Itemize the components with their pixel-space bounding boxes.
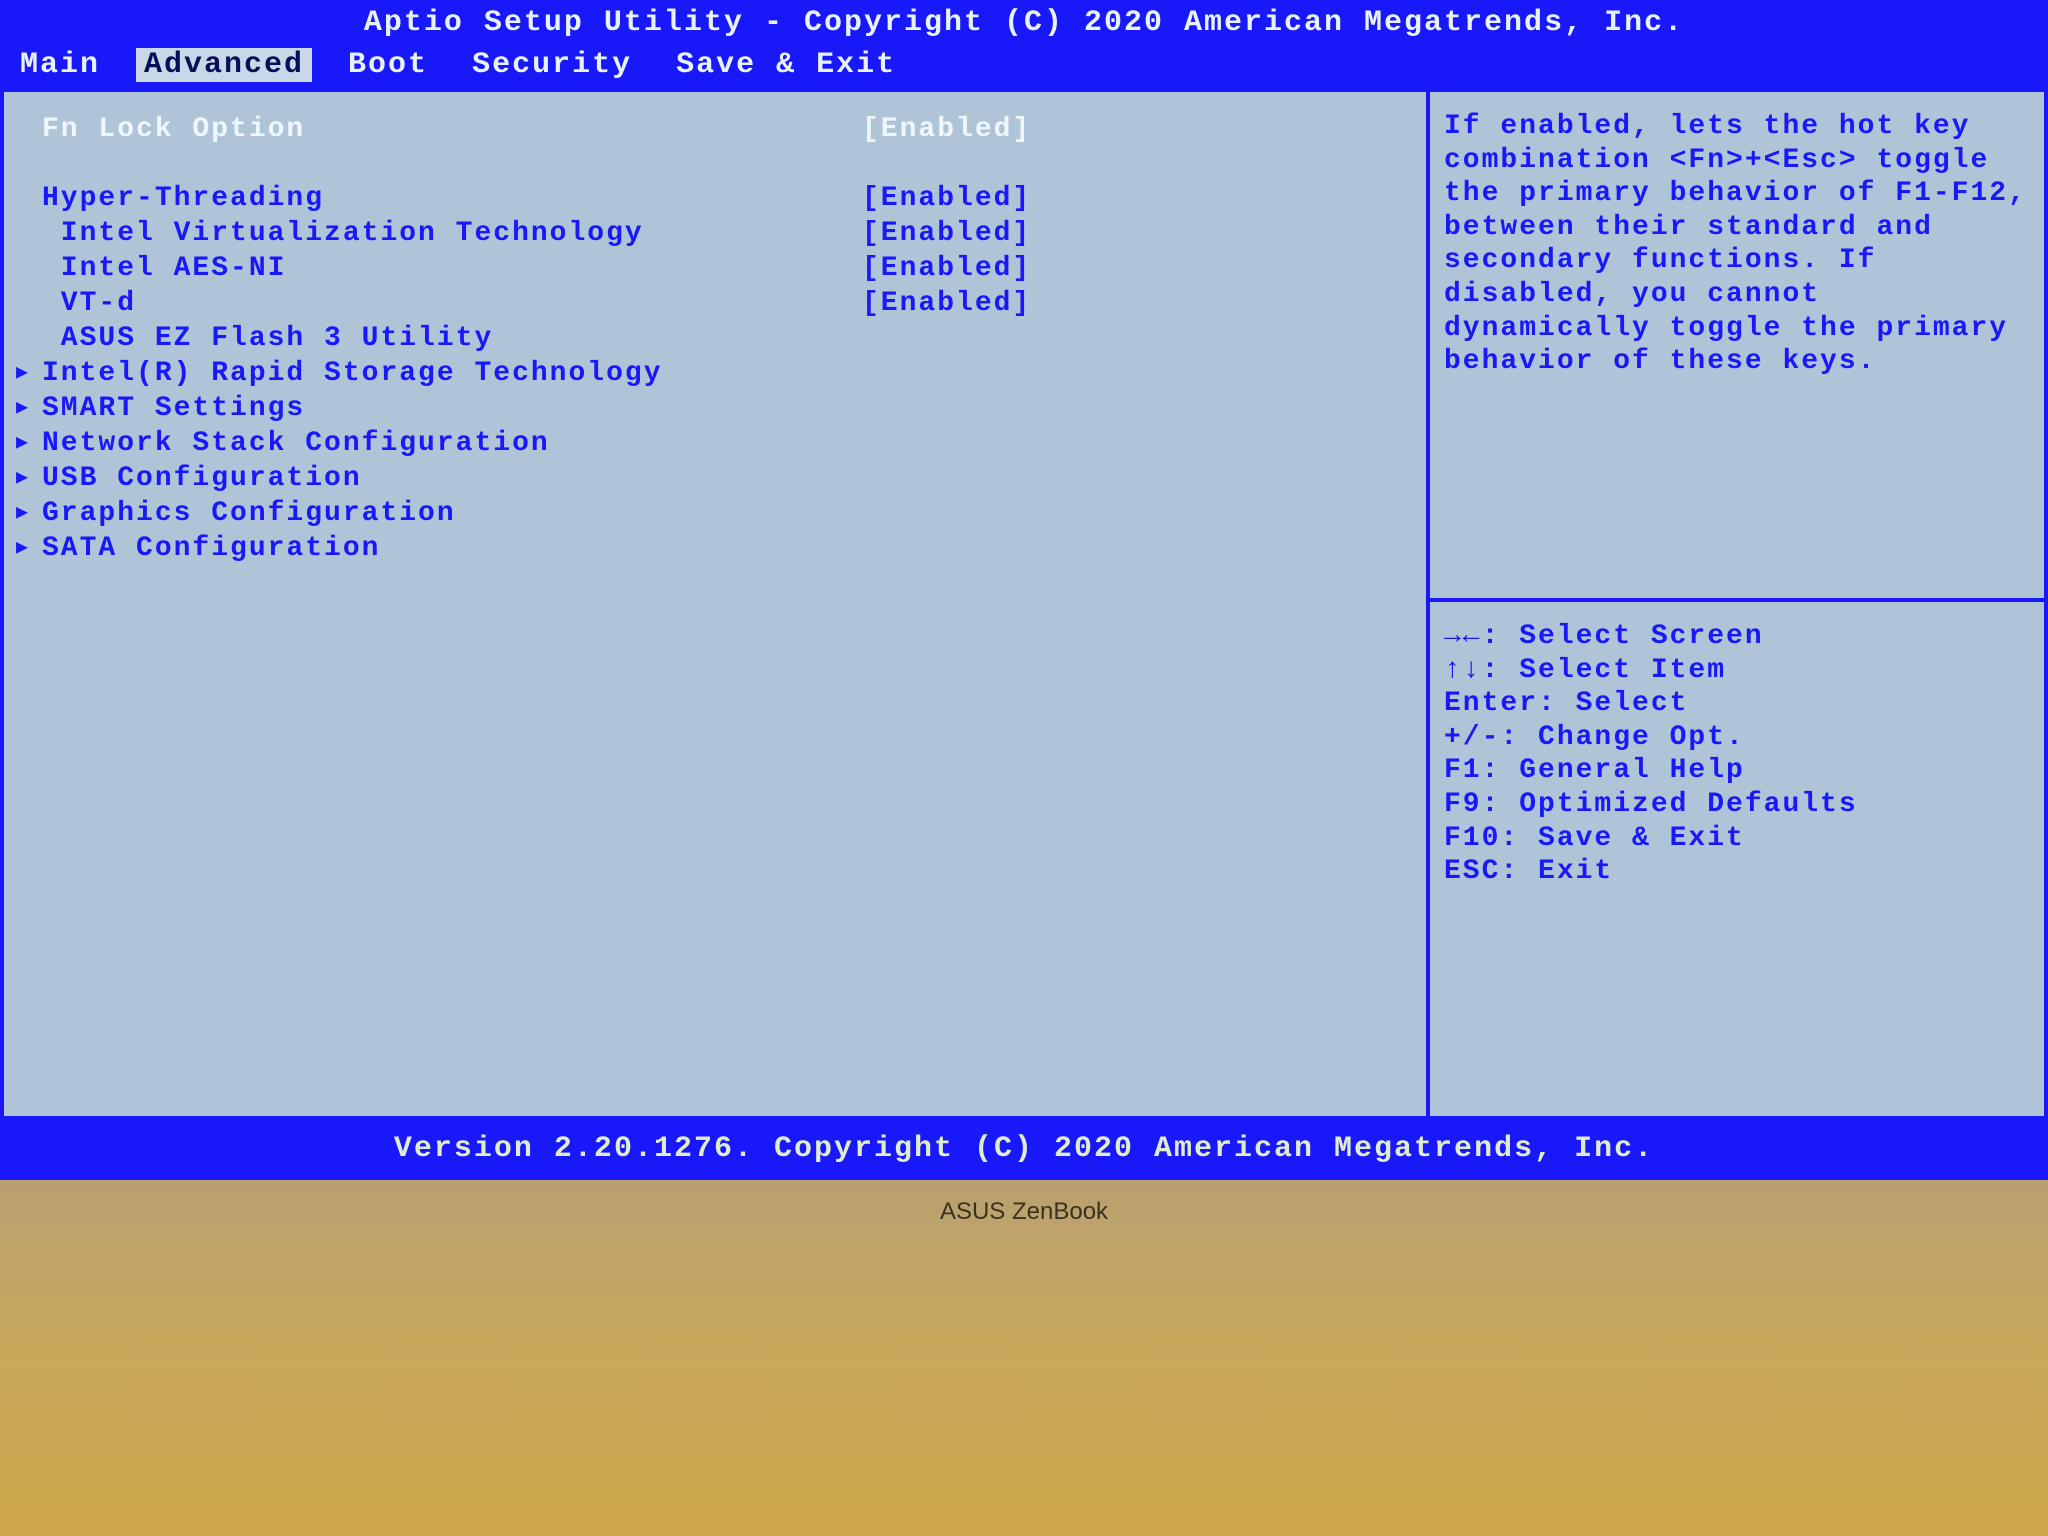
setting-row[interactable]: SMART Settings bbox=[10, 391, 1416, 426]
menu-tab-security[interactable]: Security bbox=[464, 48, 640, 82]
setting-label: ASUS EZ Flash 3 Utility bbox=[42, 321, 862, 356]
key-help-line: Enter: Select bbox=[1444, 687, 2030, 721]
key-help-line: F1: General Help bbox=[1444, 754, 2030, 788]
setting-row[interactable]: ASUS EZ Flash 3 Utility bbox=[10, 321, 1416, 356]
setting-row[interactable]: Intel Virtualization Technology[Enabled] bbox=[10, 216, 1416, 251]
key-help-line: +/-: Change Opt. bbox=[1444, 721, 2030, 755]
submenu-arrow-icon bbox=[16, 496, 42, 531]
setting-label: Hyper-Threading bbox=[42, 181, 862, 216]
setting-row[interactable]: Hyper-Threading[Enabled] bbox=[10, 181, 1416, 216]
setting-label: USB Configuration bbox=[42, 461, 862, 496]
setting-label: VT-d bbox=[42, 286, 862, 321]
row-indent bbox=[16, 216, 42, 251]
setting-label: Intel(R) Rapid Storage Technology bbox=[42, 356, 862, 391]
key-help-line: F10: Save & Exit bbox=[1444, 822, 2030, 856]
row-indent bbox=[16, 321, 42, 356]
setting-label: Fn Lock Option bbox=[42, 112, 862, 147]
footer-text: Version 2.20.1276. Copyright (C) 2020 Am… bbox=[394, 1132, 1654, 1166]
title-bar: Aptio Setup Utility - Copyright (C) 2020… bbox=[0, 0, 2048, 46]
footer-bar: Version 2.20.1276. Copyright (C) 2020 Am… bbox=[0, 1124, 2048, 1180]
side-panel: If enabled, lets the hot key combination… bbox=[1428, 92, 2048, 1120]
setting-label: Network Stack Configuration bbox=[42, 426, 862, 461]
setting-label: Intel Virtualization Technology bbox=[42, 216, 862, 251]
body-area: Fn Lock Option[Enabled]Hyper-Threading[E… bbox=[0, 88, 2048, 1124]
laptop-brand-label: ASUS ZenBook bbox=[0, 1180, 2048, 1226]
key-help-line: ↑↓: Select Item bbox=[1444, 654, 2030, 688]
setting-row[interactable]: Graphics Configuration bbox=[10, 496, 1416, 531]
setting-row[interactable]: Network Stack Configuration bbox=[10, 426, 1416, 461]
setting-row[interactable]: USB Configuration bbox=[10, 461, 1416, 496]
row-spacer bbox=[10, 147, 1416, 181]
setting-value: [Enabled] bbox=[862, 216, 1031, 251]
key-help-line: →←: Select Screen bbox=[1444, 620, 2030, 654]
menu-bar: Main Advanced Boot Security Save & Exit bbox=[0, 46, 2048, 88]
row-indent bbox=[16, 286, 42, 321]
bios-screen: Aptio Setup Utility - Copyright (C) 2020… bbox=[0, 0, 2048, 1180]
help-text: If enabled, lets the hot key combination… bbox=[1444, 111, 2046, 377]
menu-tab-main[interactable]: Main bbox=[12, 48, 108, 82]
setting-label: SATA Configuration bbox=[42, 531, 862, 566]
key-help-line: F9: Optimized Defaults bbox=[1444, 788, 2030, 822]
key-help-panel: →←: Select Screen↑↓: Select ItemEnter: S… bbox=[1430, 602, 2044, 1116]
row-indent bbox=[16, 181, 42, 216]
setting-value: [Enabled] bbox=[862, 112, 1031, 147]
setting-value: [Enabled] bbox=[862, 286, 1031, 321]
title-text: Aptio Setup Utility - Copyright (C) 2020… bbox=[364, 6, 1684, 40]
setting-row[interactable]: Intel(R) Rapid Storage Technology bbox=[10, 356, 1416, 391]
setting-label: SMART Settings bbox=[42, 391, 862, 426]
submenu-arrow-icon bbox=[16, 356, 42, 391]
setting-label: Intel AES-NI bbox=[42, 251, 862, 286]
menu-tab-advanced[interactable]: Advanced bbox=[136, 48, 312, 82]
submenu-arrow-icon bbox=[16, 426, 42, 461]
setting-row[interactable]: SATA Configuration bbox=[10, 531, 1416, 566]
submenu-arrow-icon bbox=[16, 531, 42, 566]
setting-value: [Enabled] bbox=[862, 251, 1031, 286]
laptop-body: ASUS ZenBook bbox=[0, 1180, 2048, 1536]
setting-row[interactable]: Fn Lock Option[Enabled] bbox=[10, 112, 1416, 147]
submenu-arrow-icon bbox=[16, 461, 42, 496]
setting-row[interactable]: Intel AES-NI[Enabled] bbox=[10, 251, 1416, 286]
help-description: If enabled, lets the hot key combination… bbox=[1430, 92, 2044, 602]
menu-tab-save-exit[interactable]: Save & Exit bbox=[668, 48, 904, 82]
setting-value: [Enabled] bbox=[862, 181, 1031, 216]
main-panel: Fn Lock Option[Enabled]Hyper-Threading[E… bbox=[0, 92, 1428, 1120]
setting-row[interactable]: VT-d[Enabled] bbox=[10, 286, 1416, 321]
setting-label: Graphics Configuration bbox=[42, 496, 862, 531]
key-help-line: ESC: Exit bbox=[1444, 855, 2030, 889]
submenu-arrow-icon bbox=[16, 391, 42, 426]
row-indent bbox=[16, 251, 42, 286]
menu-tab-boot[interactable]: Boot bbox=[340, 48, 436, 82]
row-indent bbox=[16, 112, 42, 147]
